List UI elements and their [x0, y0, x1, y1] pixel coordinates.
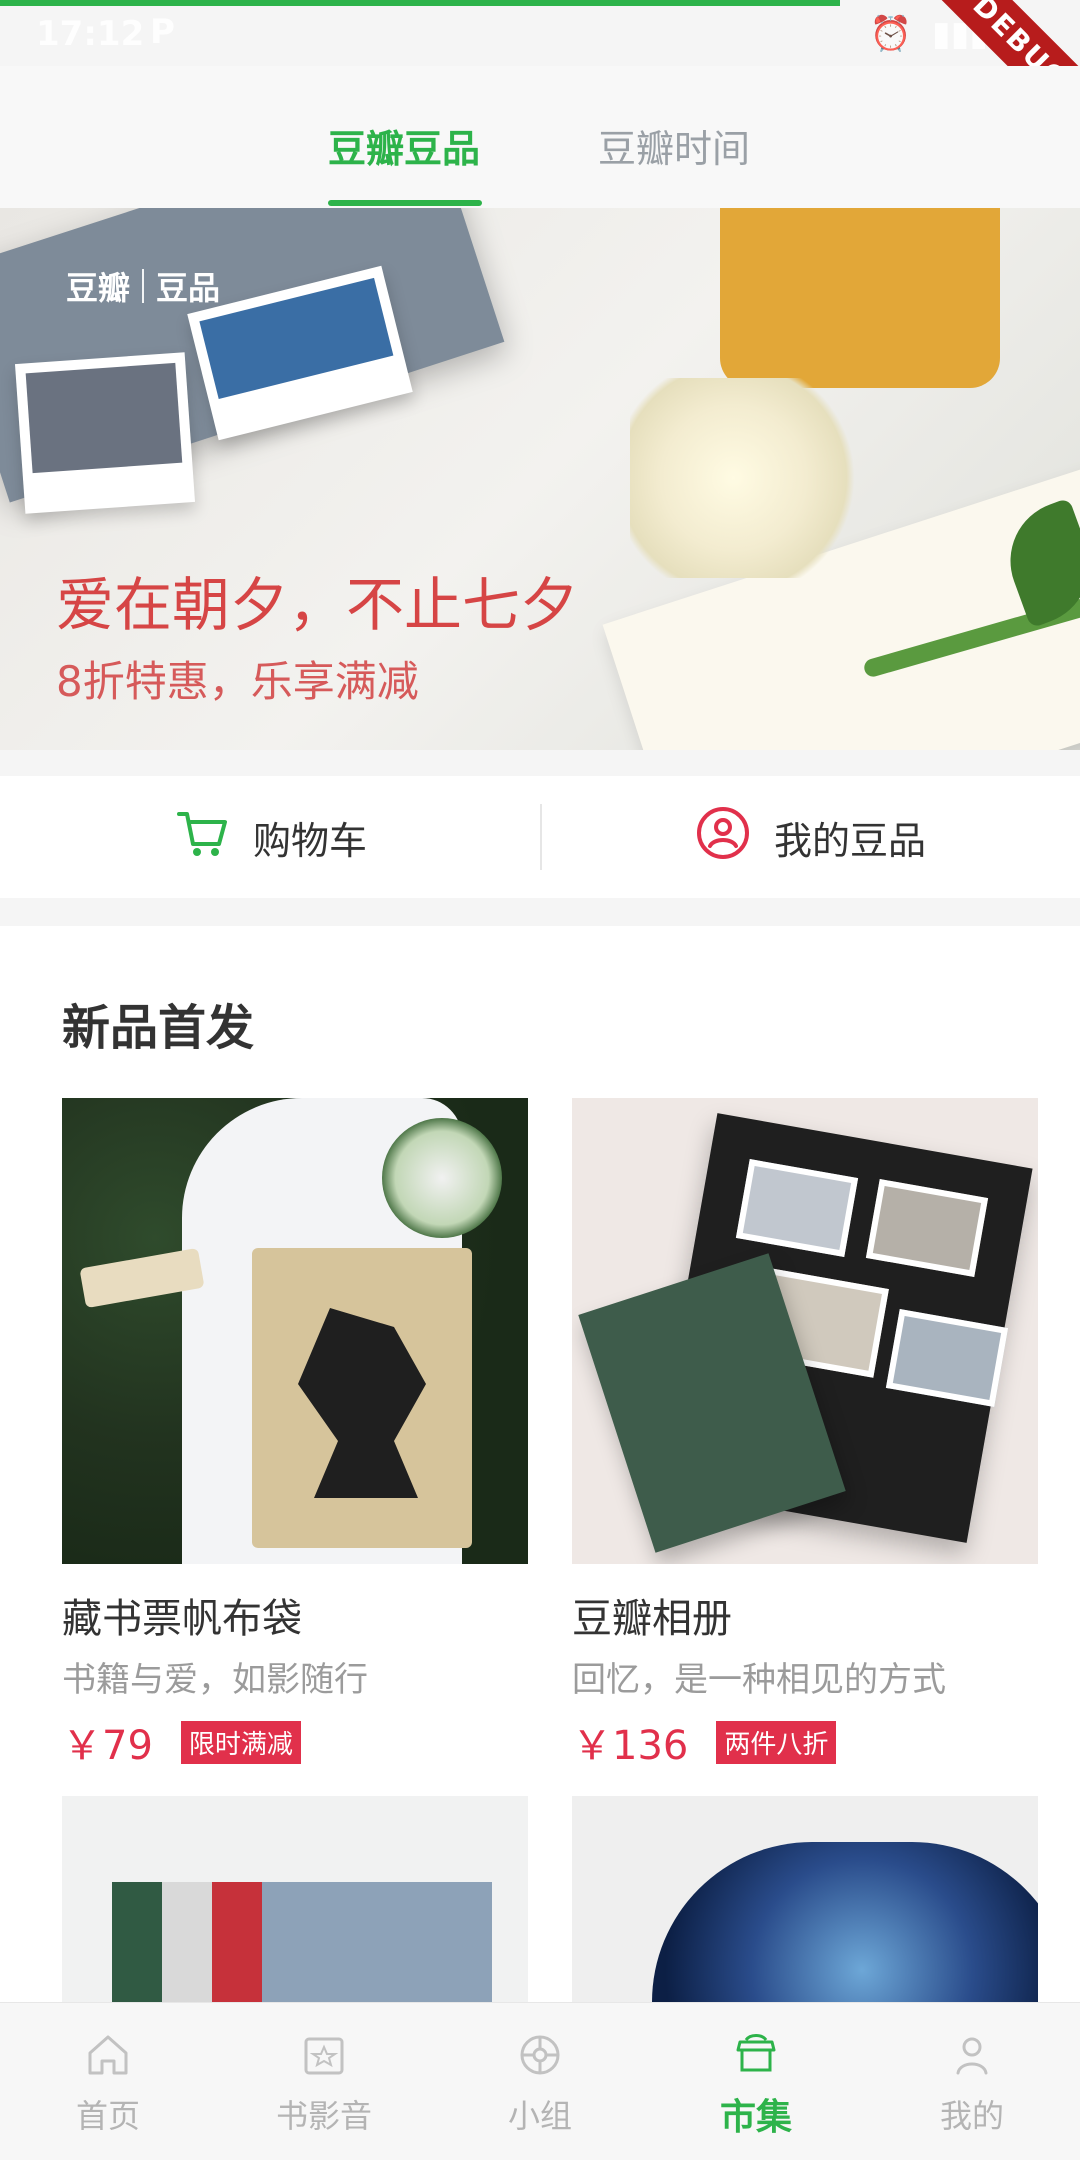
market-icon [648, 2024, 864, 2080]
promo-tag: 两件八折 [716, 1720, 837, 1764]
status-bar: 17:12 P ⏰ ▮▮▮ ⚡ DEBUG [0, 0, 1080, 153]
product-name: 藏书票帆布袋 [62, 1596, 302, 1642]
product-desc: 回忆，是一种相见的方式 [572, 1660, 946, 1700]
nav-profile-label: 我的 [939, 2096, 1004, 2135]
product-price: ￥136 [572, 1723, 689, 1769]
nav-media[interactable]: 书影音 [216, 2027, 432, 2137]
product-image-umbrella[interactable] [572, 1796, 1038, 2002]
nav-media-label: 书影音 [275, 2096, 372, 2135]
banner-rose [630, 378, 860, 578]
user-circle-icon [694, 804, 752, 871]
nav-group-label: 小组 [507, 2096, 572, 2135]
product-desc: 书籍与爱，如影随行 [62, 1660, 368, 1700]
product-card-notebooks[interactable] [62, 1796, 528, 2002]
product-image-notebooks[interactable] [62, 1796, 528, 2002]
product-image-photo-album[interactable] [572, 1098, 1038, 1564]
cart-icon [173, 804, 231, 871]
tab-douban-products[interactable]: 豆瓣豆品 [328, 118, 480, 173]
section-title: 新品首发 [62, 1000, 255, 1056]
nav-home-label: 首页 [75, 2096, 140, 2135]
top-tabs: 豆瓣豆品 豆瓣时间 [0, 66, 1080, 208]
nav-group[interactable]: 小组 [432, 2027, 648, 2137]
new-arrivals-section: 新品首发 藏书票帆布袋 书籍与爱，如影随行 ￥79 限时满减 豆瓣相册 回忆，是… [0, 926, 1080, 2002]
app-notification-icon: P [150, 12, 175, 52]
cart-button[interactable]: 购物车 [0, 804, 540, 871]
nav-home[interactable]: 首页 [0, 2027, 216, 2137]
banner-logo-divider [142, 269, 145, 303]
banner-title: 爱在朝夕，不止七夕 [56, 571, 579, 639]
banner-logo-left: 豆瓣 [66, 269, 131, 307]
nav-profile[interactable]: 我的 [864, 2027, 1080, 2137]
product-price: ￥79 [62, 1723, 153, 1769]
banner-polaroid-1 [14, 352, 196, 514]
home-icon [0, 2027, 216, 2083]
product-card-tote-bag[interactable]: 藏书票帆布袋 书籍与爱，如影随行 ￥79 限时满减 [62, 1098, 528, 1771]
nav-market-label: 市集 [719, 2096, 792, 2138]
banner-logo: 豆瓣 豆品 [66, 263, 220, 309]
price-row: ￥136 两件八折 [572, 1713, 1038, 1771]
alarm-icon: ⏰ [869, 14, 912, 54]
group-icon [432, 2027, 648, 2083]
banner-logo-right: 豆品 [156, 269, 221, 307]
promo-tag: 限时满减 [180, 1720, 301, 1764]
media-icon [216, 2027, 432, 2083]
status-time: 17:12 [36, 14, 145, 54]
banner-subtitle: 8折特惠，乐享满减 [56, 657, 419, 706]
quick-actions: 购物车 我的豆品 [0, 776, 1080, 898]
my-products-button[interactable]: 我的豆品 [540, 804, 1080, 871]
product-card-umbrella[interactable] [572, 1796, 1038, 2002]
quick-actions-divider [540, 804, 542, 870]
page-load-progress [0, 0, 840, 6]
bottom-nav: 首页 书影音 小组 市集 我的 [0, 2002, 1080, 2160]
product-name: 豆瓣相册 [572, 1596, 732, 1642]
product-card-photo-album[interactable]: 豆瓣相册 回忆，是一种相见的方式 ￥136 两件八折 [572, 1098, 1038, 1771]
product-image-tote-bag[interactable] [62, 1098, 528, 1564]
nav-market[interactable]: 市集 [648, 2024, 864, 2140]
price-row: ￥79 限时满减 [62, 1713, 528, 1771]
cart-label: 购物车 [252, 818, 367, 863]
my-products-label: 我的豆品 [773, 818, 926, 863]
banner-bottle [720, 208, 1000, 388]
profile-icon [864, 2027, 1080, 2083]
promo-banner[interactable]: 豆瓣 豆品 爱在朝夕，不止七夕 8折特惠，乐享满减 [0, 208, 1080, 750]
active-tab-indicator [328, 200, 482, 206]
tab-douban-time[interactable]: 豆瓣时间 [598, 118, 750, 173]
